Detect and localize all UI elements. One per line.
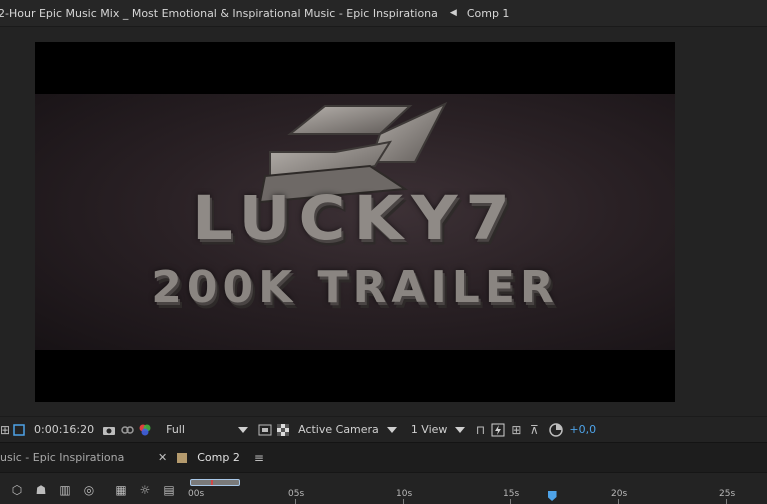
resolution-dropdown[interactable]: Full [166,423,249,436]
tick-mark [403,499,404,504]
chart-editor-icon[interactable]: ▤ [160,481,178,499]
view-layout-dropdown[interactable]: 1 View [411,423,466,436]
toggle-pixel-aspect-icon[interactable]: ⊓ [471,421,489,439]
logo-subtitle-text: 200K TRAILER [151,262,559,313]
composition-mini-flowchart-icon[interactable]: ⬡ [8,481,26,499]
color-channels-icon[interactable] [136,421,154,439]
tick-label: 15s [503,489,520,499]
logo-main-text: LUCKY7 [192,183,518,255]
tick-label: 10s [396,489,413,499]
chevron-down-icon [238,426,249,433]
region-of-interest-icon[interactable] [10,421,28,439]
time-ruler[interactable]: 00s 05s 10s 15s 20s 25s [186,473,767,504]
shy-layers-icon[interactable]: ☗ [32,481,50,499]
breadcrumb-current-comp[interactable]: Comp 1 [467,7,510,20]
fast-preview-icon[interactable] [489,421,507,439]
current-time-indicator[interactable] [547,491,557,501]
preview-image: LUCKY7 200K TRAILER [35,94,675,350]
work-area-bar[interactable] [190,479,240,486]
timeline-tab-row: usic - Epic Inspirationa ✕ Comp 2 ≡ [0,442,767,472]
timeline-header: ⬡ ☗ ▥ ◎ ▦ ☼ ▤ 00s 05s 10s 15s 20s 25s [0,472,767,504]
camera-view-dropdown[interactable]: Active Camera [298,423,397,436]
composition-breadcrumb-bar: 2-Hour Epic Music Mix _ Most Emotional &… [0,0,767,27]
chevron-down-icon [455,426,466,433]
tick-label: 20s [611,489,628,499]
resolution-value: Full [166,423,185,436]
composition-viewer[interactable]: LUCKY7 200K TRAILER [0,28,767,416]
timeline-switches: ⬡ ☗ ▥ ◎ ▦ ☼ ▤ [8,481,178,499]
tick-label: 05s [288,489,305,499]
comp-color-swatch [177,452,188,463]
tick-mark [295,499,296,504]
frame-blending-icon[interactable]: ▥ [56,481,74,499]
flowchart-icon[interactable]: ⊼ [525,421,543,439]
close-icon[interactable]: ✕ [158,451,167,464]
graph-editor-icon[interactable]: ▦ [112,481,130,499]
viewer-toolbar: ⊞ 0:00:16:20 Full Active Camera 1 View ⊓… [0,416,767,442]
exposure-value[interactable]: +0,0 [569,423,596,436]
view-layout-value: 1 View [410,423,448,436]
tick-mark [618,499,619,504]
chevron-down-icon [386,426,397,433]
current-time-display[interactable]: 0:00:16:20 [34,423,94,436]
camera-view-value: Active Camera [298,423,379,436]
panel-menu-icon[interactable]: ≡ [254,451,264,465]
magnification-icon[interactable]: ⊞ [0,421,10,439]
breadcrumb-left-arrow-icon[interactable]: ◀ [450,8,457,18]
tab-epic-music-comp[interactable]: usic - Epic Inspirationa [0,451,150,464]
motion-blur-icon[interactable]: ◎ [80,481,98,499]
show-snapshot-icon[interactable] [118,421,136,439]
tick-mark [726,499,727,504]
tick-label: 00s [188,489,205,499]
comp-frame: LUCKY7 200K TRAILER [35,42,675,402]
region-toggle-icon[interactable] [256,421,274,439]
tick-mark [510,499,511,504]
timeline-toggle-icon[interactable]: ⊞ [507,421,525,439]
tick-label: 25s [719,489,736,499]
breadcrumb-parent-comp[interactable]: 2-Hour Epic Music Mix _ Most Emotional &… [0,7,438,20]
transparency-grid-icon[interactable] [274,421,292,439]
reset-exposure-icon[interactable] [547,421,565,439]
tab-comp-2[interactable]: Comp 2 [197,451,240,464]
draft-3d-icon[interactable]: ☼ [136,481,154,499]
snapshot-camera-icon[interactable] [100,421,118,439]
